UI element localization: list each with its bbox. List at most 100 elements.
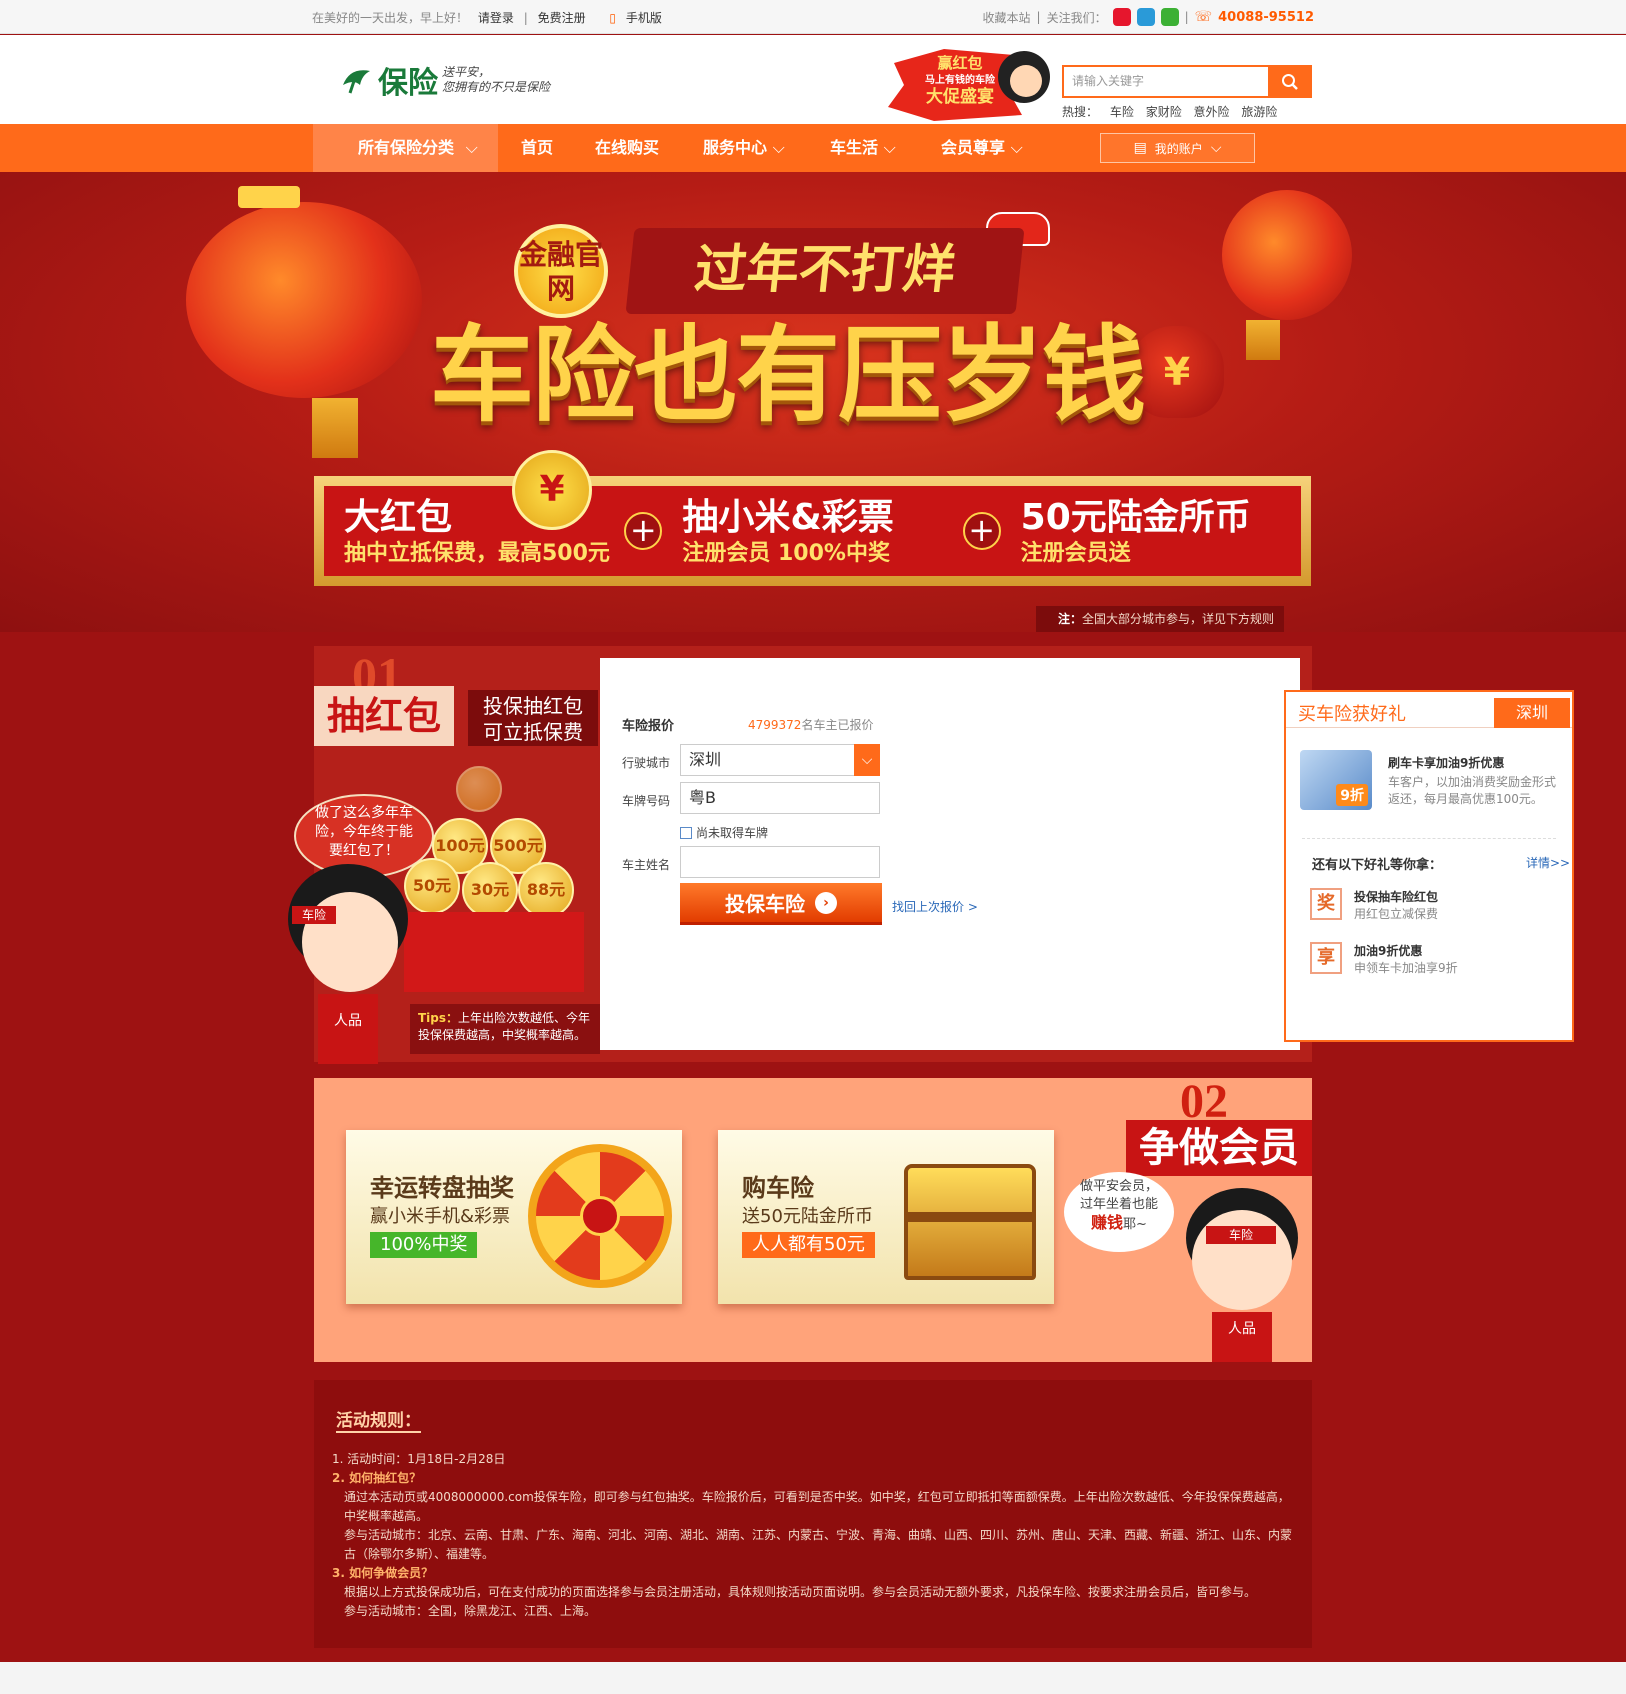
chevron-down-icon: ⌵	[1010, 138, 1023, 157]
promo-badge[interactable]: 赢红包 马上有钱的车险 大促盛宴	[884, 43, 1054, 123]
offer-title: 抽小米&彩票	[682, 497, 894, 538]
offer-lufax-coin: 50元陆金所币 注册会员送	[1001, 486, 1301, 576]
hero-title: 车险也有压岁钱	[430, 319, 1146, 434]
card-badge: 100%中奖	[370, 1232, 478, 1258]
site-logo[interactable]: 保险 送平安， 您拥有的不只是保险	[340, 60, 600, 100]
hot-search-item[interactable]: 旅游险	[1241, 105, 1277, 119]
nav-service-center[interactable]: 服务中心 ⌵	[703, 124, 785, 172]
search-button[interactable]	[1268, 65, 1312, 98]
login-link[interactable]: 请登录	[478, 11, 514, 25]
bubble-highlight: 赚钱	[1091, 1213, 1124, 1232]
banner-note-text: 全国大部分城市参与，详见下方规则	[1082, 612, 1275, 626]
nav-home[interactable]: 首页	[521, 124, 553, 172]
register-link[interactable]: 免费注册	[538, 11, 586, 25]
hotline-number: 40088-95512	[1218, 9, 1314, 25]
nav-member-label: 会员尊享	[941, 138, 1006, 157]
mascot-badge: 人品	[1212, 1312, 1272, 1362]
rules-title: 活动规则：	[336, 1406, 421, 1433]
greeting: 在美好的一天出发，早上好！	[312, 11, 469, 25]
mascot-badge: 人品	[318, 994, 378, 1064]
offer-desc: 抽中立抵保费，最高500元	[344, 541, 610, 566]
plate-input[interactable]: 粤B	[680, 782, 880, 814]
no-plate-label: 尚未取得车牌	[696, 826, 769, 840]
account-icon: ▤	[1133, 140, 1147, 156]
gift-title: 买车险获好礼	[1298, 704, 1406, 725]
quote-count-suffix: 名车主已报价	[801, 718, 874, 732]
hot-search-item[interactable]: 车险	[1110, 105, 1134, 119]
my-account-dropdown[interactable]: ▤ 我的账户 ⌵	[1100, 133, 1255, 163]
lucky-wheel-card[interactable]: 幸运转盘抽奖 赢小米手机&彩票 100%中奖	[346, 1130, 682, 1304]
promo-line3: 大促盛宴	[926, 87, 994, 107]
follow-label: 关注我们：	[1046, 10, 1107, 25]
lantern-left-graphic	[186, 202, 422, 398]
activity-rules: 活动规则： 1. 活动时间：1月18日-2月28日 2. 如何抽红包？ 通过本活…	[314, 1380, 1312, 1648]
rule-heading: 2. 如何抽红包？	[332, 1471, 422, 1485]
mascot-character: 车险 人品	[278, 864, 418, 1064]
coin-88: 88元	[518, 862, 574, 918]
nav-all-categories[interactable]: 所有保险分类 ⌵	[313, 124, 498, 172]
bubble-line1: 做平安会员，	[1079, 1179, 1158, 1194]
coins-graphic: 100元 500元 50元 30元 88元	[404, 766, 574, 918]
mobile-link[interactable]: 手机版	[626, 11, 662, 25]
nav-car-life[interactable]: 车生活 ⌵	[830, 124, 896, 172]
search-input[interactable]: 请输入关键字	[1062, 65, 1268, 98]
top-right-links: 收藏本站 | 关注我们： | ☏ 40088-95512	[982, 8, 1314, 26]
offer-desc: 注册会员 100%中奖	[682, 541, 890, 566]
nav-member[interactable]: 会员尊享 ⌵	[941, 124, 1023, 172]
section-title: 抽红包	[314, 686, 454, 746]
section-title: 争做会员	[1126, 1120, 1312, 1176]
mascot-face	[1192, 1210, 1292, 1310]
retrieve-last-quote-link[interactable]: 找回上次报价 >	[892, 898, 978, 915]
logo-slogan-line2: 您拥有的不只是保险	[442, 80, 551, 94]
speech-bubble: 做平安会员， 过年坐着也能 赚钱耶~	[1064, 1172, 1174, 1252]
footer	[0, 1662, 1626, 1694]
coin-30: 30元	[462, 862, 518, 918]
hero-subtitle: 过年不打烊	[625, 228, 1025, 314]
lantern-right-tassel	[1246, 320, 1280, 360]
quote-count-number: 4799372	[748, 718, 802, 732]
nav-car-life-label: 车生活	[830, 138, 879, 157]
chevron-down-icon: ⌵	[1210, 140, 1222, 156]
fuel-card-desc: 车客户，以加油消费奖励金形式返还，每月最高优惠100元。	[1388, 775, 1557, 806]
gift-detail-link[interactable]: 详情>>	[1526, 854, 1570, 871]
my-account-label: 我的账户	[1154, 141, 1203, 156]
mobile-icon: ▯	[609, 11, 617, 25]
section-subtitle-line1: 投保抽红包	[483, 694, 583, 718]
promo-line1: 赢红包	[937, 54, 983, 72]
section-subtitle: 投保抽红包 可立抵保费	[468, 690, 598, 746]
city-select[interactable]: 深圳	[680, 744, 880, 776]
buy-insurance-button[interactable]: 投保车险 ›	[680, 883, 882, 925]
rule-line: 通过本活动页或4008000000.com投保车险，即可参与红包抽奖。车险报价后…	[344, 1490, 1290, 1523]
tencent-weibo-icon[interactable]	[1136, 8, 1155, 26]
favorite-link[interactable]: 收藏本站	[983, 9, 1031, 26]
section-red-packet: 01 抽红包 投保抽红包 可立抵保费 做了这么多年车 险，今年终于能 要红包了！…	[288, 646, 1574, 1064]
perk-title: 投保抽车险红包	[1354, 890, 1439, 904]
hot-search-item[interactable]: 家财险	[1146, 105, 1182, 119]
search-icon	[1282, 73, 1298, 90]
hero-tag: 金融官网	[514, 224, 608, 318]
banner-note-label: 注：	[1058, 612, 1083, 626]
wheel-center-icon	[580, 1196, 620, 1236]
quote-count: 4799372名车主已报价	[748, 716, 873, 733]
city-select-arrow[interactable]: ⌵	[854, 744, 880, 776]
plus-icon: +	[962, 512, 1001, 550]
card-badge: 人人都有50元	[742, 1232, 875, 1258]
hot-search-item[interactable]: 意外险	[1194, 105, 1230, 119]
gift-header: 买车险获好礼 深圳	[1286, 692, 1572, 728]
wechat-icon[interactable]	[1160, 8, 1179, 26]
no-plate-checkbox[interactable]: 尚未取得车牌	[680, 824, 768, 841]
top-bar: 在美好的一天出发，早上好！ 请登录 | 免费注册 ▯ 手机版 收藏本站 | 关注…	[0, 0, 1626, 34]
hot-search: 热搜： 车险 家财险 意外险 旅游险	[1062, 103, 1285, 120]
buy-insurance-label: 投保车险	[725, 892, 805, 916]
nav-online-buy[interactable]: 在线购买	[595, 124, 659, 172]
perk-title: 加油9折优惠	[1354, 944, 1423, 958]
gift-city-tag[interactable]: 深圳	[1494, 698, 1570, 728]
perk-desc: 用红包立减保费	[1354, 907, 1439, 921]
weibo-icon[interactable]	[1112, 8, 1131, 26]
chevron-down-icon: ⌵	[861, 752, 873, 768]
owner-name-input[interactable]	[680, 846, 880, 878]
buy-car-insurance-card[interactable]: 购车险 送50元陆金所币 人人都有50元	[718, 1130, 1054, 1304]
rule-line: 根据以上方式投保成功后，可在支付成功的页面选择参与会员注册活动，具体规则按活动页…	[344, 1585, 1257, 1599]
tips-box: Tips：上年出险次数越低、今年投保保费越高，中奖概率越高。	[410, 1004, 600, 1054]
checkbox-icon	[680, 826, 692, 839]
